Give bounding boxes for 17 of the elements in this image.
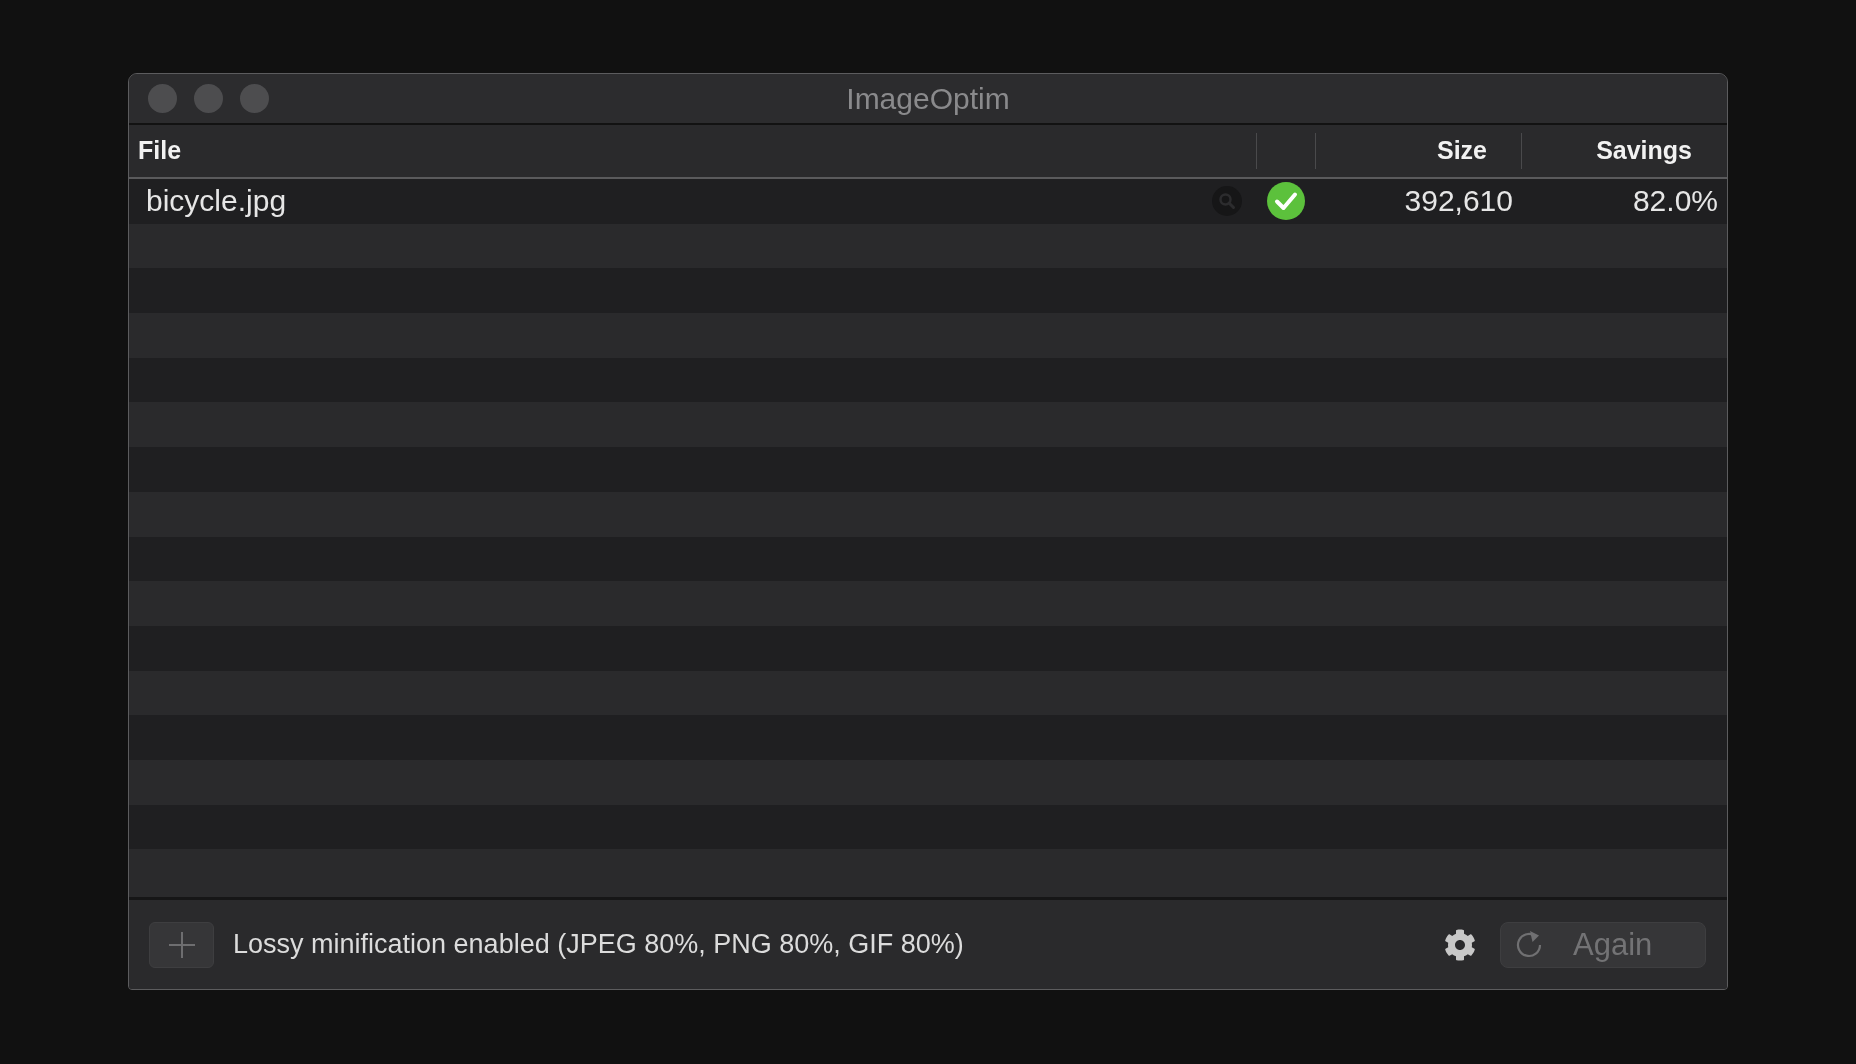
plus-icon	[168, 931, 195, 958]
add-button[interactable]	[149, 921, 214, 968]
file-name: bicycle.jpg	[146, 186, 287, 217]
settings-icon[interactable]	[1444, 928, 1476, 961]
file-size: 392,610	[1404, 186, 1513, 217]
column-header[interactable]: Size	[1436, 132, 1487, 170]
minimize-button[interactable]	[194, 84, 223, 113]
column-header[interactable]: File	[138, 132, 182, 170]
status-message: Lossy minification enabled (JPEG 80%, PNG 80%, GIF 80%)	[233, 928, 964, 962]
column-header[interactable]: Savings	[1596, 132, 1692, 170]
savings-value: 82.0%	[1632, 186, 1718, 217]
search-icon[interactable]	[1212, 186, 1242, 217]
zoom-button[interactable]	[240, 84, 269, 113]
window-title: ImageOptim	[846, 83, 1010, 114]
close-button[interactable]	[148, 84, 177, 113]
refresh-icon	[1515, 929, 1543, 960]
file-row[interactable]: bicycle.jpg 392,610 82.0%	[129, 179, 1727, 224]
